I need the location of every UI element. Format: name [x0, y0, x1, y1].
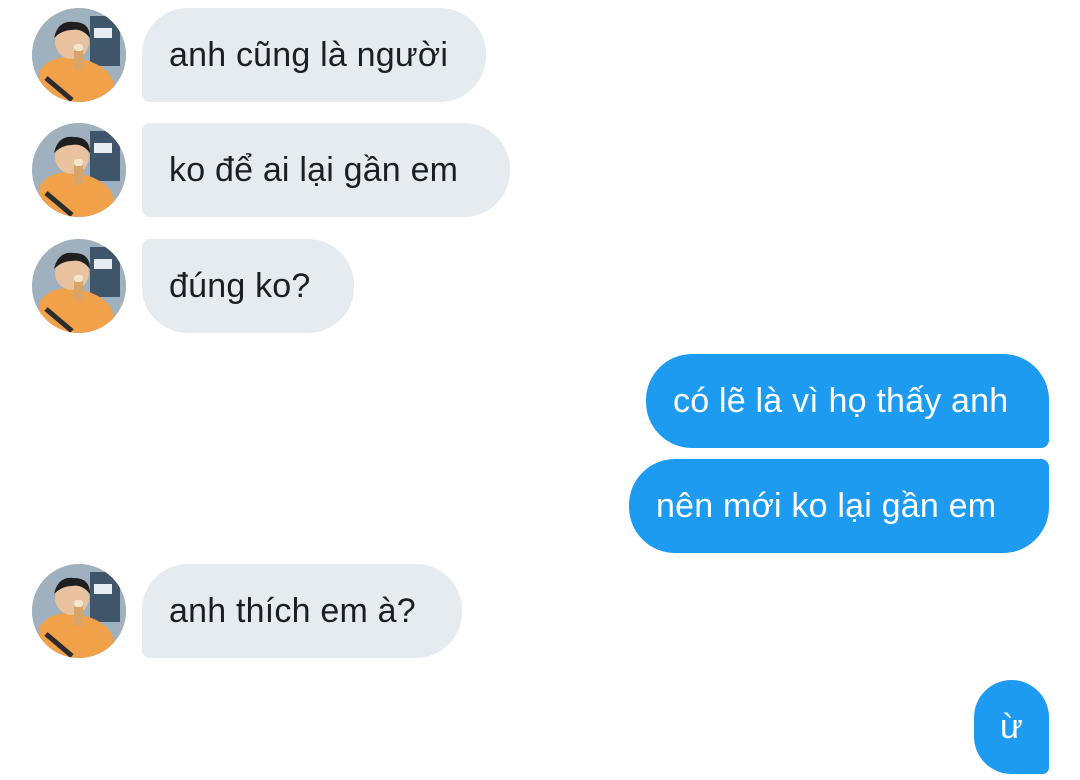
- message-bubble-outgoing[interactable]: ừ: [974, 680, 1049, 774]
- message-text: đúng ko?: [169, 266, 311, 305]
- message-text: nên mới ko lại gần em: [656, 486, 997, 525]
- message-text: anh cũng là người: [169, 35, 449, 74]
- message-bubble-incoming[interactable]: đúng ko?: [142, 239, 354, 333]
- sender-avatar[interactable]: [32, 564, 126, 658]
- message-text: anh thích em à?: [169, 591, 416, 630]
- message-bubble-incoming[interactable]: ko để ai lại gần em: [142, 123, 510, 217]
- message-text: ừ: [1000, 707, 1023, 746]
- message-text: ko để ai lại gần em: [169, 150, 459, 189]
- sender-avatar[interactable]: [32, 123, 126, 217]
- sender-avatar[interactable]: [32, 8, 126, 102]
- sender-avatar[interactable]: [32, 239, 126, 333]
- message-bubble-incoming[interactable]: anh thích em à?: [142, 564, 462, 658]
- message-text: có lẽ là vì họ thấy anh: [673, 381, 1009, 420]
- message-bubble-incoming[interactable]: anh cũng là người: [142, 8, 486, 102]
- message-bubble-outgoing[interactable]: nên mới ko lại gần em: [629, 459, 1049, 553]
- message-bubble-outgoing[interactable]: có lẽ là vì họ thấy anh: [646, 354, 1049, 448]
